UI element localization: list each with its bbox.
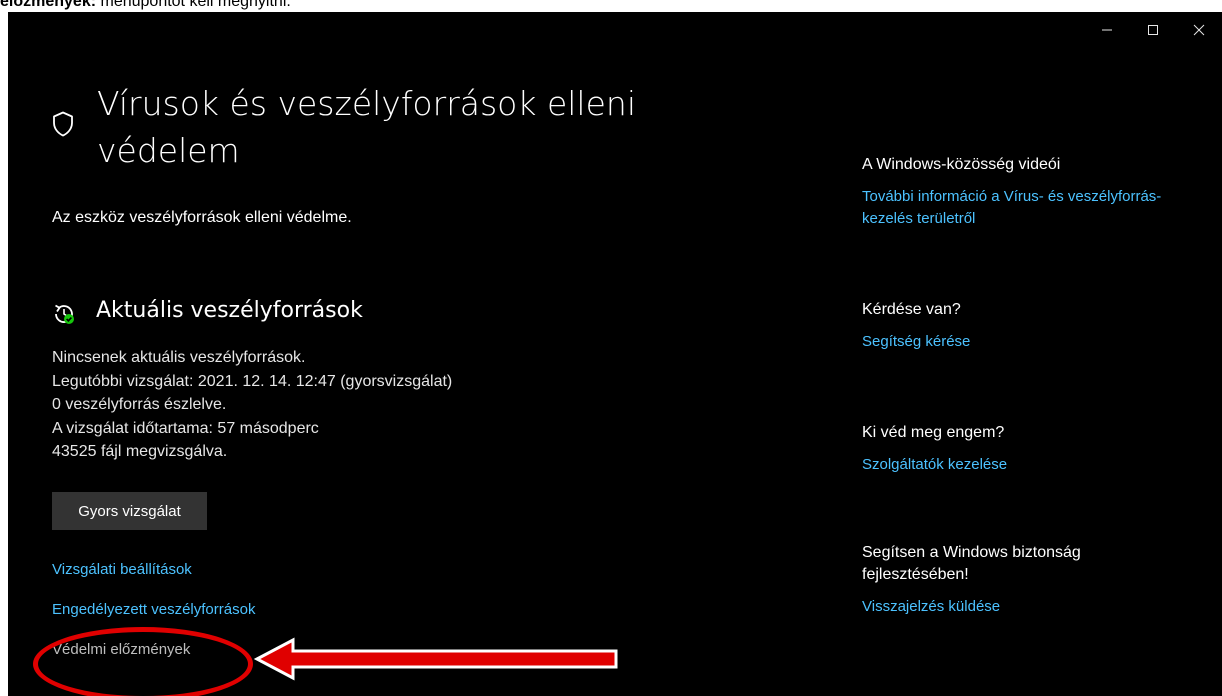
status-line: A vizsgálat időtartama: 57 másodperc	[52, 419, 319, 437]
question-heading: Kérdése van?	[862, 301, 961, 318]
maximize-button[interactable]	[1130, 12, 1176, 48]
minimize-icon	[1102, 29, 1112, 31]
threat-status: Nincsenek aktuális veszélyforrások. Legu…	[52, 346, 452, 464]
improve-section: Segítsen a Windows biztonság fejlesztésé…	[862, 542, 1162, 618]
quick-scan-button[interactable]: Gyors vizsgálat	[52, 492, 207, 530]
page-subtitle: Az eszköz veszélyforrások elleni védelme…	[52, 209, 352, 226]
caption-bold: előzmények:	[0, 0, 97, 10]
shield-icon	[53, 111, 73, 137]
page-title: Vírusok és veszélyforrások elleni védele…	[97, 84, 636, 170]
red-arrow-icon	[253, 637, 618, 681]
send-feedback-link[interactable]: Visszajelzés küldése	[862, 596, 1162, 618]
highlight-oval	[33, 627, 253, 696]
status-line: 43525 fájl megvizsgálva.	[52, 443, 228, 460]
close-icon	[1193, 24, 1205, 36]
scan-options-link[interactable]: Vizsgálati beállítások	[52, 561, 192, 578]
maximize-icon	[1148, 25, 1158, 35]
caption-rest: menüpontot kell megnyitni.	[96, 0, 291, 10]
who-protects-heading: Ki véd meg engem?	[862, 424, 1005, 441]
current-threats-title: Aktuális veszélyforrások	[96, 298, 363, 323]
status-line: Legutóbbi vizsgálat: 2021. 12. 14. 12:47…	[52, 372, 453, 390]
more-info-link[interactable]: További információ a Vírus- és veszélyfo…	[862, 186, 1162, 230]
allowed-threats-link[interactable]: Engedélyezett veszélyforrások	[52, 601, 255, 618]
status-line: 0 veszélyforrás észlelve.	[52, 396, 227, 413]
minimize-button[interactable]	[1084, 12, 1130, 48]
protection-history-link[interactable]: Védelmi előzmények	[52, 641, 190, 658]
question-section: Kérdése van? Segítség kérése	[862, 299, 1162, 353]
close-button[interactable]	[1176, 12, 1222, 48]
improve-heading: Segítsen a Windows biztonság fejlesztésé…	[862, 544, 1081, 583]
top-caption: előzmények: menüpontot kell megnyitni.	[0, 0, 291, 11]
security-window: Vírusok és veszélyforrások elleni védele…	[8, 12, 1222, 696]
community-videos-section: A Windows-közösség videói További inform…	[862, 154, 1162, 230]
manage-providers-link[interactable]: Szolgáltatók kezelése	[862, 454, 1162, 476]
window-controls	[1084, 12, 1222, 48]
who-protects-section: Ki véd meg engem? Szolgáltatók kezelése	[862, 422, 1162, 476]
community-videos-heading: A Windows-közösség videói	[862, 156, 1061, 173]
get-help-link[interactable]: Segítség kérése	[862, 331, 1162, 353]
refresh-check-icon	[55, 304, 74, 324]
status-line: Nincsenek aktuális veszélyforrások.	[52, 349, 306, 366]
